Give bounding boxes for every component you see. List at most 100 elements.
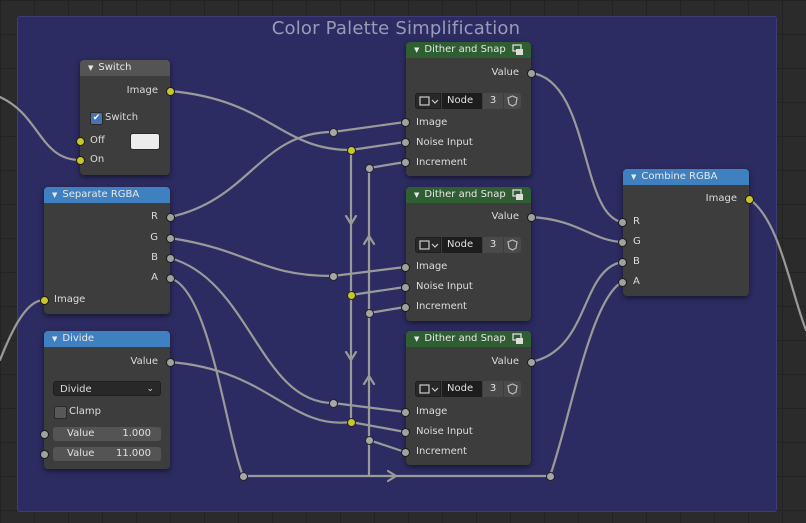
socket-dither1-noise[interactable] — [401, 138, 410, 147]
socket-dither2-image[interactable] — [401, 263, 410, 272]
fake-user-shield-icon[interactable] — [504, 237, 521, 253]
socket-combine-r[interactable] — [618, 218, 627, 227]
link-offscreen-to-switch-on — [0, 95, 82, 162]
node-tree-icon[interactable] — [415, 237, 441, 253]
reroute-point[interactable] — [546, 472, 555, 481]
socket-combine-g[interactable] — [618, 238, 627, 247]
reroute-point[interactable] — [329, 399, 338, 408]
reroute-point[interactable] — [329, 272, 338, 281]
socket-dither2-value[interactable] — [527, 213, 536, 222]
link-increment3 — [367, 438, 407, 454]
color-swatch[interactable] — [130, 133, 160, 150]
collapse-arrow-icon[interactable]: ▼ — [414, 42, 419, 58]
combine-rgba-node[interactable]: ▼ Combine RGBA Image R G B A — [623, 169, 749, 296]
separate-rgba-header[interactable]: ▼ Separate RGBA — [44, 187, 170, 203]
node-group-icon[interactable] — [511, 332, 525, 346]
dither-node[interactable]: ▼ Dither and Snap Value Node 3 Image Nois… — [406, 187, 531, 321]
combine-rgba-header[interactable]: ▼ Combine RGBA — [623, 169, 749, 185]
socket-dither3-increment[interactable] — [401, 448, 410, 457]
dither-node[interactable]: ▼ Dither and Snap Value Node 3 Image Nois… — [406, 42, 531, 176]
socket-combine-image-out[interactable] — [745, 195, 754, 204]
value2-label: Value — [67, 448, 95, 459]
divide-header[interactable]: ▼ Divide — [44, 331, 170, 347]
divide-node[interactable]: ▼ Divide Value Divide ⌄ Clamp Value 1.000… — [44, 331, 170, 469]
clamp-checkbox[interactable] — [54, 406, 67, 419]
node-title: Dither and Snap — [424, 333, 506, 344]
separate-rgba-node[interactable]: ▼ Separate RGBA R G B A Image — [44, 187, 170, 314]
reroute-point[interactable] — [365, 309, 374, 318]
socket-dither3-noise[interactable] — [401, 428, 410, 437]
socket-divide-value-out[interactable] — [166, 358, 175, 367]
reroute-point[interactable] — [329, 128, 338, 137]
dither-node[interactable]: ▼ Dither and Snap Value Node 3 Image Nois… — [406, 331, 531, 465]
dither-header[interactable]: ▼ Dither and Snap — [406, 42, 531, 58]
collapse-arrow-icon[interactable]: ▼ — [52, 187, 57, 203]
value2-value: 11.000 — [116, 448, 151, 459]
group-name-field[interactable]: Node — [442, 381, 482, 397]
reroute-point[interactable] — [365, 436, 374, 445]
operation-dropdown[interactable]: Divide ⌄ — [53, 381, 161, 396]
node-group-selector[interactable]: Node 3 — [415, 237, 521, 253]
node-tree-icon[interactable] — [415, 93, 441, 109]
socket-sep-b[interactable] — [166, 254, 175, 263]
socket-dither3-value[interactable] — [527, 358, 536, 367]
fake-user-shield-icon[interactable] — [504, 93, 521, 109]
socket-sep-r[interactable] — [166, 213, 175, 222]
dither-header[interactable]: ▼ Dither and Snap — [406, 187, 531, 203]
socket-dither2-noise[interactable] — [401, 283, 410, 292]
collapse-arrow-icon[interactable]: ▼ — [88, 60, 93, 76]
reroute-point[interactable] — [347, 418, 356, 427]
group-users-count[interactable]: 3 — [483, 381, 503, 397]
socket-switch-image-out[interactable] — [166, 87, 175, 96]
socket-sep-image-in[interactable] — [40, 296, 49, 305]
socket-dither2-increment[interactable] — [401, 303, 410, 312]
socket-sep-g[interactable] — [166, 234, 175, 243]
output-a: A — [151, 272, 158, 283]
reroute-point[interactable] — [365, 164, 374, 173]
socket-dither1-value[interactable] — [527, 69, 536, 78]
group-users-count[interactable]: 3 — [483, 237, 503, 253]
socket-sep-a[interactable] — [166, 274, 175, 283]
node-group-icon[interactable] — [511, 43, 525, 57]
socket-dither1-increment[interactable] — [401, 158, 410, 167]
value2-field[interactable]: Value 11.000 — [53, 447, 161, 461]
input-noise: Noise Input — [416, 281, 473, 292]
switch-checkbox[interactable]: ✔ — [90, 112, 103, 125]
node-tree-icon[interactable] — [415, 381, 441, 397]
socket-switch-off[interactable] — [76, 137, 85, 146]
socket-dither3-image[interactable] — [401, 408, 410, 417]
checkmark-icon: ✔ — [92, 113, 101, 123]
socket-dither1-image[interactable] — [401, 118, 410, 127]
fake-user-shield-icon[interactable] — [504, 381, 521, 397]
socket-divide-value2-in[interactable] — [40, 450, 49, 459]
socket-combine-a[interactable] — [618, 278, 627, 287]
node-group-icon[interactable] — [511, 188, 525, 202]
socket-combine-b[interactable] — [618, 258, 627, 267]
node-group-selector[interactable]: Node 3 — [415, 93, 521, 109]
node-title: Combine RGBA — [641, 171, 718, 182]
clamp-label: Clamp — [69, 406, 101, 417]
input-noise: Noise Input — [416, 137, 473, 148]
input-g: G — [633, 236, 641, 247]
input-increment: Increment — [416, 446, 467, 457]
collapse-arrow-icon[interactable]: ▼ — [414, 331, 419, 347]
reroute-point[interactable] — [239, 472, 248, 481]
reroute-point[interactable] — [347, 291, 356, 300]
value1-field[interactable]: Value 1.000 — [53, 427, 161, 441]
collapse-arrow-icon[interactable]: ▼ — [414, 187, 419, 203]
node-title: Dither and Snap — [424, 189, 506, 200]
group-users-count[interactable]: 3 — [483, 93, 503, 109]
reroute-point[interactable] — [347, 146, 356, 155]
input-increment: Increment — [416, 157, 467, 168]
dither-header[interactable]: ▼ Dither and Snap — [406, 331, 531, 347]
socket-divide-value1-in[interactable] — [40, 430, 49, 439]
group-name-field[interactable]: Node — [442, 93, 482, 109]
switch-node-header[interactable]: ▼ Switch — [80, 60, 170, 76]
switch-node[interactable]: ▼ Switch Image ✔ Switch Off On — [80, 60, 170, 175]
node-group-selector[interactable]: Node 3 — [415, 381, 521, 397]
collapse-arrow-icon[interactable]: ▼ — [631, 169, 636, 185]
group-name-field[interactable]: Node — [442, 237, 482, 253]
input-a: A — [633, 276, 640, 287]
collapse-arrow-icon[interactable]: ▼ — [52, 331, 57, 347]
socket-switch-on[interactable] — [76, 156, 85, 165]
